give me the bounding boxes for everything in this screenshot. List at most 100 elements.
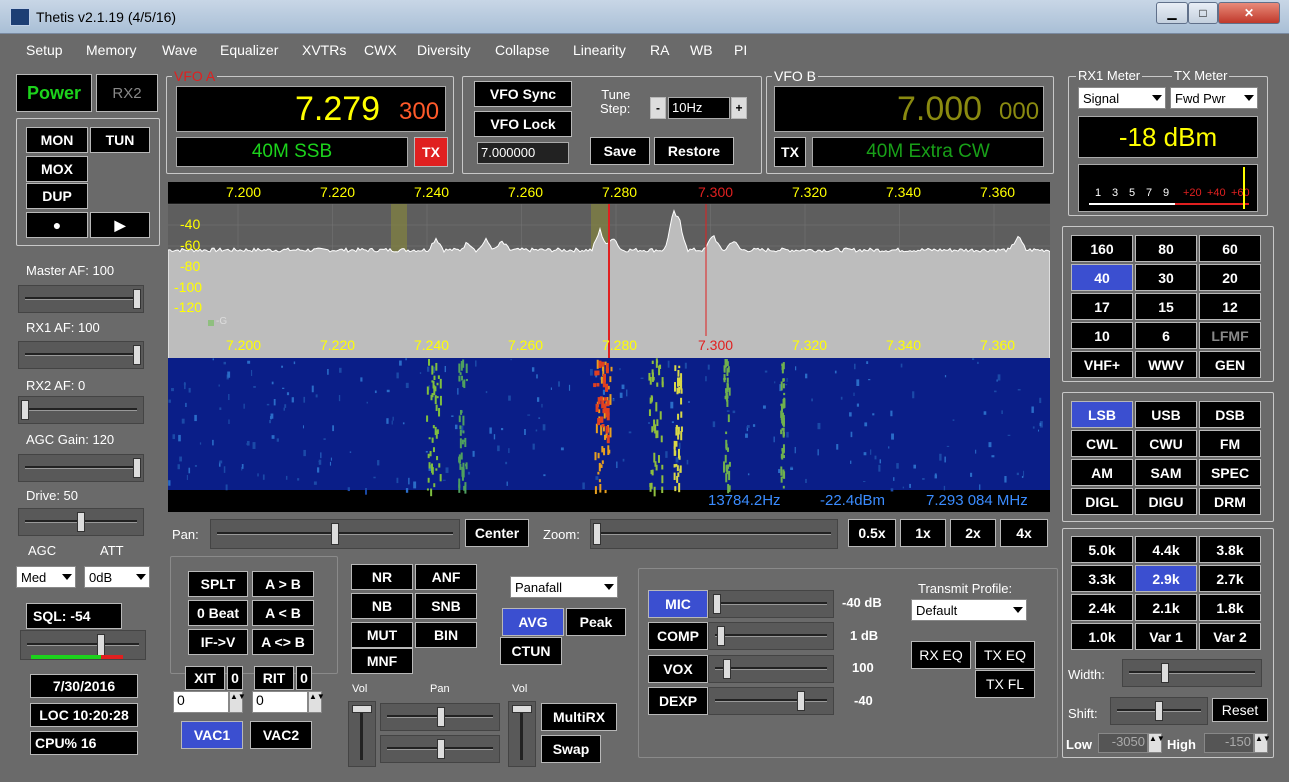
filter-var-2[interactable]: Var 2 — [1199, 623, 1261, 650]
filter-2-4k[interactable]: 2.4k — [1071, 594, 1133, 621]
display-mode-select[interactable]: Panafall — [510, 576, 618, 598]
band-20[interactable]: 20 — [1199, 264, 1261, 291]
mode-fm[interactable]: FM — [1199, 430, 1261, 457]
mode-spec[interactable]: SPEC — [1199, 459, 1261, 486]
mode-dsb[interactable]: DSB — [1199, 401, 1261, 428]
squelch-slider[interactable] — [20, 630, 146, 660]
snb-button[interactable]: SNB — [415, 593, 477, 619]
zoom-slider[interactable] — [590, 519, 838, 549]
master-af-slider[interactable] — [18, 285, 144, 313]
rit-spinner[interactable]: ▲▼ — [308, 691, 325, 713]
pan1-slider[interactable] — [380, 703, 500, 731]
band-gen[interactable]: GEN — [1199, 351, 1261, 378]
filter-2-1k[interactable]: 2.1k — [1135, 594, 1197, 621]
rx1-af-slider[interactable] — [18, 341, 144, 369]
mode-sam[interactable]: SAM — [1135, 459, 1197, 486]
vox-slider[interactable] — [708, 655, 834, 683]
menu-equalizer[interactable]: Equalizer — [220, 42, 278, 58]
filter-3-3k[interactable]: 3.3k — [1071, 565, 1133, 592]
filter-4-4k[interactable]: 4.4k — [1135, 536, 1197, 563]
band-40[interactable]: 40 — [1071, 264, 1133, 291]
xit-offset-input[interactable]: 0 — [173, 691, 229, 713]
menu-diversity[interactable]: Diversity — [417, 42, 471, 58]
swap-ab-button[interactable]: A <> B — [252, 629, 314, 655]
maximize-button[interactable]: □ — [1188, 2, 1218, 24]
avg-button[interactable]: AVG — [502, 608, 564, 636]
zero-beat-button[interactable]: 0 Beat — [188, 600, 248, 626]
minimize-button[interactable]: ▁ — [1156, 2, 1188, 24]
tx-meter-select[interactable]: Fwd Pwr — [1170, 87, 1258, 109]
dexp-slider[interactable] — [708, 687, 834, 715]
menu-xvtrs[interactable]: XVTRs — [302, 42, 346, 58]
mode-cwu[interactable]: CWU — [1135, 430, 1197, 457]
tun-button[interactable]: TUN — [90, 127, 150, 153]
band-15[interactable]: 15 — [1135, 293, 1197, 320]
low-spinner[interactable]: ▲▼ — [1148, 733, 1165, 753]
vfo-b-display[interactable]: 7.000 000 — [774, 86, 1044, 132]
play-button[interactable]: ▶ — [90, 212, 150, 238]
dup-button[interactable]: DUP — [26, 183, 88, 209]
menu-wave[interactable]: Wave — [162, 42, 197, 58]
save-button[interactable]: Save — [590, 137, 650, 165]
rx1-meter-select[interactable]: Signal — [1078, 87, 1166, 109]
filter-2-7k[interactable]: 2.7k — [1199, 565, 1261, 592]
band-12[interactable]: 12 — [1199, 293, 1261, 320]
zoom-2x-button[interactable]: 2x — [950, 519, 996, 547]
band-wwv[interactable]: WWV — [1135, 351, 1197, 378]
nb-button[interactable]: NB — [351, 593, 413, 619]
filter-1-8k[interactable]: 1.8k — [1199, 594, 1261, 621]
zoom-1x-button[interactable]: 1x — [900, 519, 946, 547]
band-vhf-[interactable]: VHF+ — [1071, 351, 1133, 378]
rx2-button[interactable]: RX2 — [96, 74, 158, 112]
mode-am[interactable]: AM — [1071, 459, 1133, 486]
multirx-button[interactable]: MultiRX — [541, 703, 617, 731]
mode-digl[interactable]: DIGL — [1071, 488, 1133, 515]
power-button[interactable]: Power — [16, 74, 92, 112]
mode-drm[interactable]: DRM — [1199, 488, 1261, 515]
bin-button[interactable]: BIN — [415, 622, 477, 648]
close-button[interactable]: ✕ — [1218, 2, 1280, 24]
zoom-05x-button[interactable]: 0.5x — [848, 519, 896, 547]
high-spinner[interactable]: ▲▼ — [1254, 733, 1271, 753]
menu-linearity[interactable]: Linearity — [573, 42, 626, 58]
pan-slider[interactable] — [210, 519, 460, 549]
split-button[interactable]: SPLT — [188, 571, 248, 597]
mode-usb[interactable]: USB — [1135, 401, 1197, 428]
mon-button[interactable]: MON — [26, 127, 88, 153]
att-select[interactable]: 0dB — [84, 566, 150, 588]
mode-digu[interactable]: DIGU — [1135, 488, 1197, 515]
tune-step-plus[interactable]: + — [731, 97, 747, 119]
comp-button[interactable]: COMP — [648, 622, 708, 650]
filter-5-0k[interactable]: 5.0k — [1071, 536, 1133, 563]
reset-button[interactable]: Reset — [1212, 698, 1268, 722]
freq-entry[interactable]: 7.000000 — [477, 142, 569, 164]
width-slider[interactable] — [1122, 659, 1262, 687]
band-lfmf[interactable]: LFMF — [1199, 322, 1261, 349]
menu-collapse[interactable]: Collapse — [495, 42, 549, 58]
spectrum-display[interactable]: 7.200 7.220 7.240 7.260 7.280 7.300 7.32… — [168, 182, 1050, 512]
rx2-af-slider[interactable] — [18, 396, 144, 424]
vfo-a-display[interactable]: 7.279 300 — [176, 86, 446, 132]
vfo-lock-button[interactable]: VFO Lock — [474, 111, 572, 137]
nr-button[interactable]: NR — [351, 564, 413, 590]
anf-button[interactable]: ANF — [415, 564, 477, 590]
vac2-button[interactable]: VAC2 — [250, 721, 312, 749]
xit-spinner[interactable]: ▲▼ — [229, 691, 246, 713]
menu-setup[interactable]: Setup — [26, 42, 63, 58]
xit-button[interactable]: XIT — [185, 666, 225, 690]
filter-2-9k[interactable]: 2.9k — [1135, 565, 1197, 592]
band-10[interactable]: 10 — [1071, 322, 1133, 349]
ctun-button[interactable]: CTUN — [500, 637, 562, 665]
menu-ra[interactable]: RA — [650, 42, 669, 58]
rit-button[interactable]: RIT — [254, 666, 294, 690]
vac1-button[interactable]: VAC1 — [181, 721, 243, 749]
dexp-button[interactable]: DEXP — [648, 687, 708, 715]
vox-button[interactable]: VOX — [648, 655, 708, 683]
agc-gain-slider[interactable] — [18, 454, 144, 482]
vol1-slider[interactable] — [348, 701, 376, 767]
mox-button[interactable]: MOX — [26, 156, 88, 182]
comp-slider[interactable] — [708, 622, 834, 650]
center-button[interactable]: Center — [465, 519, 529, 547]
record-button[interactable]: ● — [26, 212, 88, 238]
vfo-a-tx-button[interactable]: TX — [414, 137, 448, 167]
